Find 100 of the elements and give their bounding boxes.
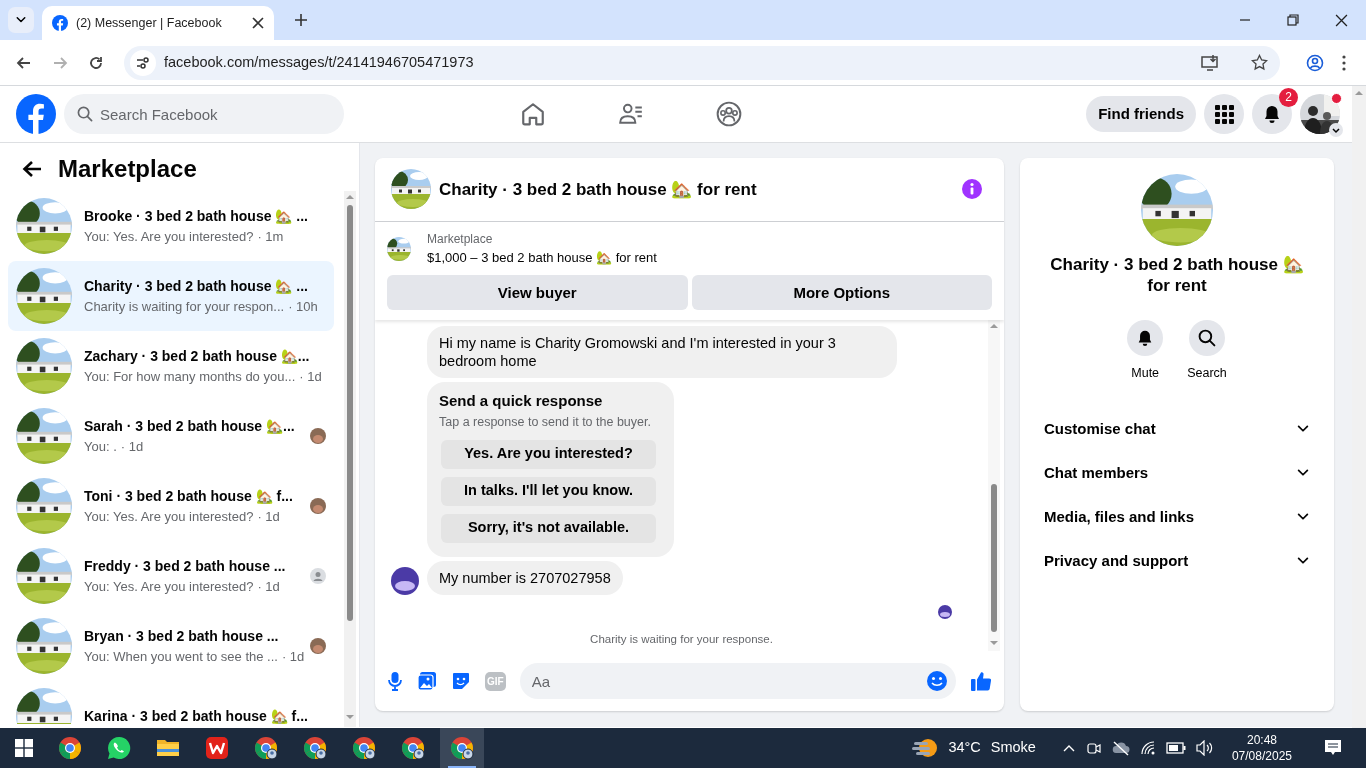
message-preview: You: Yes. Are you interested?	[84, 577, 254, 596]
find-friends-button[interactable]: Find friends	[1086, 96, 1196, 132]
quick-response-button[interactable]: Sorry, it's not available.	[441, 513, 656, 543]
message-preview: You: When you went to see the ...	[84, 647, 278, 666]
search-icon	[1198, 329, 1216, 347]
search-icon	[77, 106, 93, 122]
message-preview: You: For how many months do you...	[84, 367, 296, 386]
quick-response-button[interactable]: Yes. Are you interested?	[441, 439, 656, 469]
chrome-icon	[352, 736, 376, 760]
message-preview: You: .	[84, 437, 117, 456]
microphone-icon[interactable]	[387, 671, 403, 692]
conversation-title: Toni · 3 bed 2 bath house 🏡 f...	[84, 486, 294, 506]
account-button[interactable]	[1300, 94, 1340, 134]
timestamp: · 1d	[281, 647, 305, 666]
menu-button[interactable]	[1204, 94, 1244, 134]
chrome-icon	[303, 736, 327, 760]
star-icon[interactable]	[1251, 54, 1268, 71]
weather-condition: Smoke	[990, 738, 1036, 758]
chrome-icon	[450, 736, 474, 760]
profile-icon[interactable]	[1306, 53, 1324, 72]
message-preview: You: Yes. Are you interested?	[84, 507, 254, 526]
avatar-icon	[310, 428, 326, 444]
conversation-item[interactable]: Brooke · 3 bed 2 bath house 🏡 ... You: Yes. Are you interested? · 1m	[8, 191, 334, 261]
close-icon[interactable]	[252, 17, 264, 29]
action-button[interactable]: More Options	[691, 275, 992, 311]
section-toggle[interactable]: Chat members	[1028, 450, 1326, 495]
sticker-icon[interactable]	[451, 671, 471, 692]
conversation-title: Karina · 3 bed 2 bath house 🏡 f...	[84, 706, 309, 724]
office-icon	[205, 736, 229, 760]
menu-icon[interactable]	[1342, 54, 1346, 71]
chat-name: Charity · 3 bed 2 bath house 🏡 for rent	[1049, 254, 1305, 296]
logo-icon[interactable]	[16, 94, 56, 134]
windows-icon	[15, 739, 33, 757]
conversation-item[interactable]: Toni · 3 bed 2 bath house 🏡 f... You: Yes. Are you interested? · 1d	[8, 471, 334, 541]
restore-icon[interactable]	[1287, 14, 1299, 26]
conversation-item[interactable]: Zachary · 3 bed 2 bath house 🏡... You: For how many months do you... · 1d	[8, 331, 334, 401]
temperature: 34°C	[948, 738, 981, 758]
timestamp: · 1d	[120, 437, 144, 456]
conversation-item[interactable]: Freddy · 3 bed 2 bath house ... You: Yes. Are you interested? · 1d	[8, 541, 334, 611]
search-field[interactable]: Search Facebook	[64, 94, 344, 134]
favicon-icon	[52, 15, 68, 31]
message-bubble: My number is 2707027958	[427, 560, 623, 595]
new-tab-icon[interactable]	[294, 13, 308, 27]
scrollbar-thumb[interactable]	[347, 205, 353, 621]
timestamp: · 1d	[257, 577, 280, 596]
conversation-title: Freddy · 3 bed 2 bath house ...	[84, 556, 287, 576]
status-dot-icon	[1331, 93, 1342, 104]
chrome-icon	[254, 736, 278, 760]
conversation-title: Brooke · 3 bed 2 bath house 🏡 ...	[84, 206, 309, 226]
conversation-item[interactable]: Sarah · 3 bed 2 bath house 🏡... You: . · 1d	[8, 401, 334, 471]
whatsapp-icon	[107, 736, 131, 760]
timestamp: · 1m	[257, 227, 284, 246]
battery-icon[interactable]	[1165, 742, 1186, 754]
section-toggle[interactable]: Customise chat	[1028, 406, 1326, 451]
notifications-button[interactable]	[1252, 94, 1292, 134]
home-icon[interactable]	[520, 101, 546, 127]
chevron-down-icon	[1329, 123, 1343, 137]
section-toggle[interactable]: Media, files and links	[1028, 494, 1326, 539]
quick-response-hint: Tap a response to send it to the buyer.	[439, 413, 652, 431]
quick-response-title: Send a quick response	[439, 391, 604, 412]
action-button[interactable]: View buyer	[387, 275, 688, 311]
close-icon[interactable]	[1335, 13, 1348, 27]
volume-icon[interactable]	[1195, 740, 1214, 756]
groups-icon[interactable]	[716, 101, 742, 127]
wifi-icon[interactable]	[1139, 740, 1156, 756]
clock-time[interactable]: 20:48	[1231, 732, 1292, 748]
tune-icon	[136, 55, 150, 70]
friends-icon[interactable]	[618, 101, 644, 127]
camera-icon[interactable]	[1085, 740, 1102, 756]
tab-list-button[interactable]	[8, 7, 34, 33]
photo-icon[interactable]	[417, 671, 437, 692]
back-arrow-icon[interactable]	[22, 160, 42, 178]
chat-title: Charity · 3 bed 2 bath house 🏡 for rent	[439, 178, 757, 201]
scrollbar-thumb[interactable]	[991, 484, 997, 633]
chrome-icon	[401, 736, 425, 760]
like-icon[interactable]	[970, 670, 992, 693]
clock-date[interactable]: 07/08/2025	[1231, 748, 1292, 764]
conversation-title: Sarah · 3 bed 2 bath house 🏡...	[84, 416, 296, 436]
info-icon[interactable]	[962, 179, 982, 200]
notification-icon[interactable]	[1324, 739, 1342, 757]
conversation-title: Charity · 3 bed 2 bath house 🏡 ...	[84, 276, 309, 296]
chrome-icon	[58, 736, 82, 760]
status-text: Charity is waiting for your response.	[589, 631, 774, 647]
timestamp: · 10h	[288, 297, 318, 316]
emoji-icon[interactable]	[926, 670, 948, 693]
conversation-title: Zachary · 3 bed 2 bath house 🏡...	[84, 346, 311, 366]
browser-tab[interactable]: (2) Messenger | Facebook	[42, 6, 274, 40]
conversation-title: Bryan · 3 bed 2 bath house ...	[84, 626, 280, 646]
avatar-icon	[938, 604, 952, 619]
site-info-button[interactable]	[130, 49, 156, 76]
conversation-item[interactable]: Charity · 3 bed 2 bath house 🏡 ... Charity is waiting for your respon... · 10h	[8, 261, 334, 331]
listing-label: Marketplace	[427, 230, 494, 248]
section-toggle[interactable]: Privacy and support	[1028, 538, 1326, 583]
listing-text: $1,000 – 3 bed 2 bath house 🏡 for rent	[427, 248, 657, 267]
taskbar-app[interactable]	[440, 728, 484, 768]
message-input[interactable]: Aa	[519, 663, 956, 700]
install-icon[interactable]	[1201, 53, 1219, 72]
quick-response-button[interactable]: In talks. I'll let you know.	[441, 476, 656, 506]
cloud-off-icon[interactable]	[1111, 740, 1130, 756]
conversation-item[interactable]: Bryan · 3 bed 2 bath house ... You: When you went to see the ... · 1d	[8, 611, 334, 681]
